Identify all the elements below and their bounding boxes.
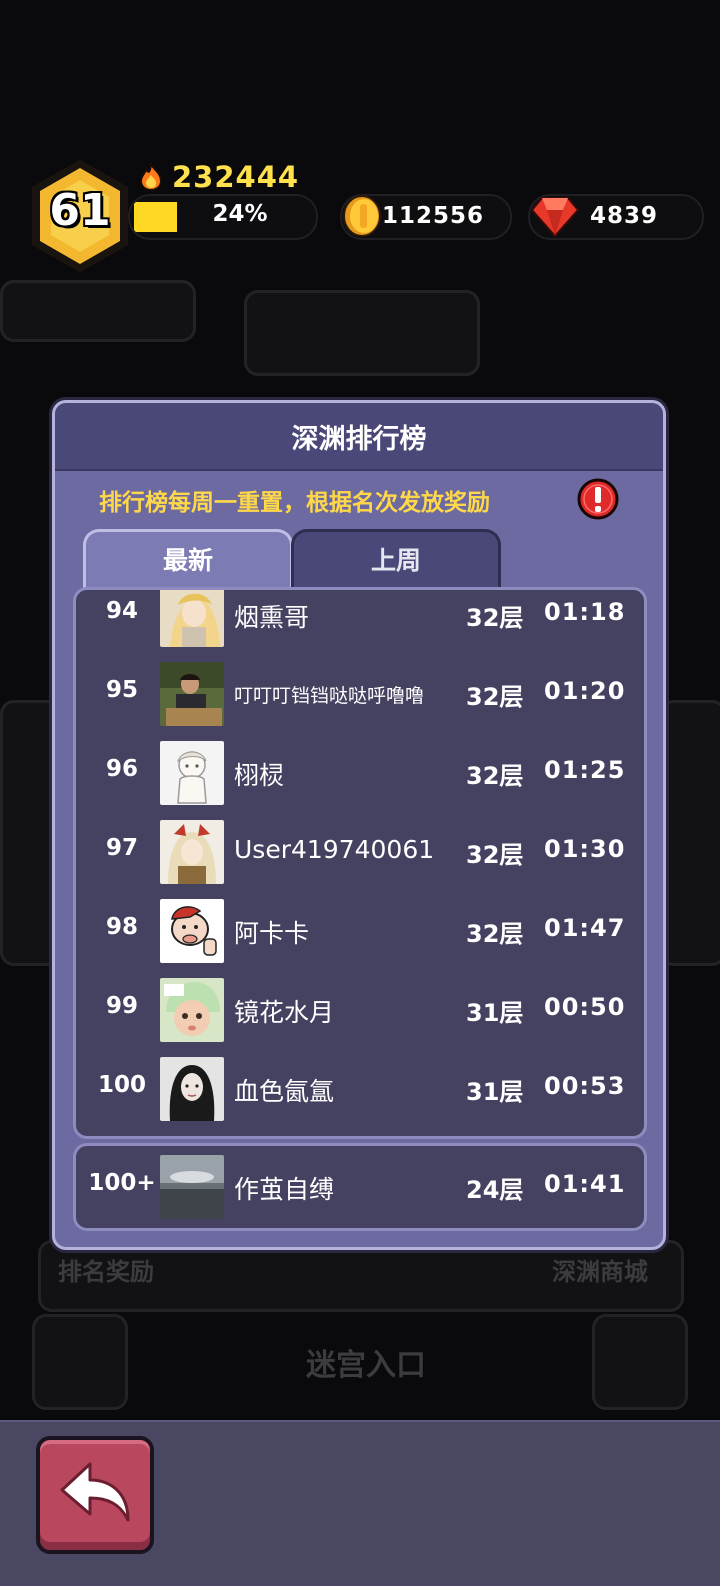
my-avatar[interactable]	[160, 1155, 224, 1219]
leaderboard-row[interactable]: 97 User419740061 32层 01:30	[76, 813, 644, 892]
row-time: 01:18	[544, 598, 626, 626]
row-floor: 32层	[466, 604, 524, 632]
leaderboard-row[interactable]: 100 血色氤氲 31层 00:53	[76, 1050, 644, 1129]
xp-percent: 24%	[212, 201, 268, 227]
row-player-name: 烟熏哥	[234, 603, 310, 632]
rank-reward-label[interactable]: 排名奖励	[58, 1252, 154, 1287]
row-rank: 99	[105, 993, 138, 1019]
my-rank-row[interactable]: 100+ 作茧自缚 24层 01:41	[73, 1143, 647, 1231]
row-player-name: 叮叮叮铛铛哒哒呼噜噜	[234, 685, 425, 707]
row-floor: 31层	[466, 1078, 524, 1106]
my-rank: 100+	[88, 1170, 156, 1196]
my-player-name: 作茧自缚	[234, 1175, 335, 1204]
leaderboard-row[interactable]: 98 阿卡卡 32层 01:47	[76, 892, 644, 971]
gem-value: 4839	[590, 203, 659, 229]
info-alert-icon[interactable]	[577, 478, 619, 520]
row-time: 01:20	[544, 677, 626, 705]
maze-entrance-label[interactable]: 迷宫入口	[306, 1340, 426, 1384]
back-arrow-icon	[60, 1462, 130, 1522]
row-rank: 98	[105, 914, 138, 940]
row-floor: 32层	[466, 762, 524, 790]
flame-icon	[139, 163, 163, 191]
back-button[interactable]	[36, 1436, 154, 1554]
row-rank: 100	[97, 1072, 146, 1098]
avatar[interactable]	[160, 741, 224, 805]
background-side-card-right	[660, 700, 720, 966]
avatar[interactable]	[160, 978, 224, 1042]
row-time: 01:47	[544, 914, 626, 942]
tab-latest[interactable]: 最新	[83, 529, 293, 590]
row-time: 00:50	[544, 993, 626, 1021]
my-time: 01:41	[544, 1170, 626, 1198]
row-rank: 96	[105, 756, 138, 782]
row-player-name: User419740061	[234, 835, 435, 864]
level-number: 61	[49, 185, 111, 236]
row-player-name: 镜花水月	[234, 998, 335, 1027]
leaderboard-row[interactable]: 99 镜花水月 31层 00:50	[76, 971, 644, 1050]
row-rank: 94	[105, 598, 138, 624]
leaderboard-row[interactable]: 96 栩棂 32层 01:25	[76, 734, 644, 813]
row-rank: 97	[105, 835, 138, 861]
reset-notice: 排行榜每周一重置，根据名次发放奖励	[99, 490, 490, 516]
leaderboard-row[interactable]: 94 烟熏哥 32层 01:18	[76, 587, 644, 655]
row-rank: 95	[105, 677, 138, 703]
ruby-gem-icon	[530, 197, 580, 238]
power-value: 232444	[172, 160, 300, 194]
row-floor: 32层	[466, 920, 524, 948]
avatar[interactable]	[160, 587, 224, 647]
avatar[interactable]	[160, 1057, 224, 1121]
avatar[interactable]	[160, 662, 224, 726]
row-player-name: 栩棂	[234, 761, 285, 790]
row-floor: 32层	[466, 841, 524, 869]
leaderboard-row[interactable]: 95 叮叮叮铛铛哒哒呼噜噜 32层 01:20	[76, 655, 644, 734]
my-floor: 24层	[466, 1176, 524, 1204]
gem-counter[interactable]: 4839	[528, 194, 704, 240]
background-tile-left	[32, 1314, 128, 1410]
row-player-name: 阿卡卡	[234, 919, 310, 948]
avatar[interactable]	[160, 820, 224, 884]
leaderboard-list[interactable]: 94 烟熏哥 32层 01:18 95 叮叮叮铛铛哒哒呼噜噜 32层 01:20…	[73, 587, 647, 1139]
background-center-frame	[244, 290, 480, 376]
row-time: 01:30	[544, 835, 626, 863]
row-player-name: 血色氤氲	[234, 1077, 335, 1106]
abyss-shop-label[interactable]: 深渊商城	[552, 1252, 648, 1287]
xp-bar: 24%	[128, 194, 318, 240]
row-time: 00:53	[544, 1072, 626, 1100]
dialog-title: 深渊排行榜	[291, 424, 427, 455]
row-time: 01:25	[544, 756, 626, 784]
coin-counter[interactable]: 112556	[340, 194, 512, 240]
coin-icon	[343, 195, 381, 237]
row-floor: 32层	[466, 683, 524, 711]
row-floor: 31层	[466, 999, 524, 1027]
abyss-leaderboard-dialog: 深渊排行榜 排行榜每周一重置，根据名次发放奖励 最新 上周 94 烟熏哥 32层…	[52, 400, 666, 1250]
power-display: 232444	[138, 160, 299, 194]
coin-value: 112556	[382, 203, 485, 229]
tab-last-week[interactable]: 上周	[291, 529, 501, 590]
background-tile-right	[592, 1314, 688, 1410]
background-banner	[0, 280, 196, 342]
avatar[interactable]	[160, 899, 224, 963]
